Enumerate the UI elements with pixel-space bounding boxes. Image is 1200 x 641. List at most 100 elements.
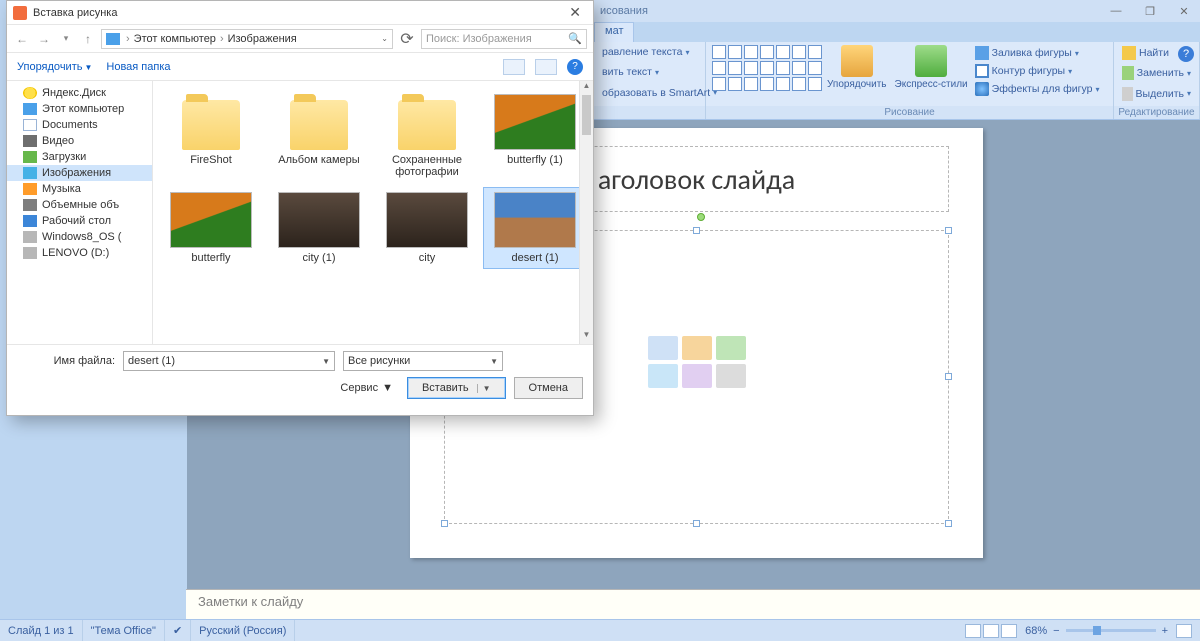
chevron-right-icon[interactable]: › <box>218 33 226 45</box>
nav-item[interactable]: Этот компьютер <box>7 101 152 117</box>
folder-icon <box>23 231 37 243</box>
folder-icon <box>23 167 37 179</box>
rotation-handle[interactable] <box>697 213 705 221</box>
navigation-pane[interactable]: Яндекс.Диск Этот компьютерDocumentsВидеоЗ… <box>7 81 153 344</box>
nav-item[interactable]: Объемные объ <box>7 197 152 213</box>
zoom-slider[interactable] <box>1066 629 1156 632</box>
app-close-button[interactable]: ✕ <box>1174 3 1194 19</box>
resize-handle[interactable] <box>441 520 448 527</box>
chevron-right-icon[interactable]: › <box>124 33 132 45</box>
organize-button[interactable]: Упорядочить▼ <box>17 61 92 73</box>
nav-history-button[interactable]: ▾ <box>57 30 75 48</box>
nav-item[interactable]: Яндекс.Диск <box>7 85 152 101</box>
resize-handle[interactable] <box>945 520 952 527</box>
zoom-value: 68% <box>1025 625 1047 637</box>
insert-smartart-icon[interactable] <box>716 336 746 360</box>
status-spellcheck-icon[interactable]: ✔ <box>165 620 191 641</box>
insert-clipart-icon[interactable] <box>682 364 712 388</box>
image-item[interactable]: butterfly (1) <box>483 89 587 183</box>
shape-fill-button[interactable]: Заливка фигуры▾ <box>973 45 1102 61</box>
image-item[interactable]: butterfly <box>159 187 263 269</box>
contextual-tab-label: исования <box>600 5 648 17</box>
scroll-up-button[interactable]: ▲ <box>580 81 593 95</box>
folder-item[interactable]: FireShot <box>159 89 263 183</box>
view-slideshow-button[interactable] <box>1001 624 1017 638</box>
breadcrumb-root[interactable]: Этот компьютер <box>134 33 216 45</box>
notes-pane[interactable]: Заметки к слайду <box>186 589 1200 619</box>
nav-item[interactable]: Видео <box>7 133 152 149</box>
quick-styles-button[interactable]: Экспресс-стили <box>892 45 971 90</box>
view-mode-button[interactable] <box>503 59 525 75</box>
shape-outline-button[interactable]: Контур фигуры▾ <box>973 63 1102 79</box>
maximize-button[interactable]: ❐ <box>1140 3 1160 19</box>
fit-to-window-button[interactable] <box>1176 624 1192 638</box>
resize-handle[interactable] <box>693 227 700 234</box>
shapes-gallery[interactable] <box>712 45 822 91</box>
ribbon-tab-format[interactable]: мат <box>594 22 634 42</box>
resize-handle[interactable] <box>945 373 952 380</box>
chevron-down-icon[interactable]: ▼ <box>322 357 330 366</box>
breadcrumb-dropdown[interactable]: ⌄ <box>381 34 388 43</box>
resize-handle[interactable] <box>693 520 700 527</box>
minimize-button[interactable]: — <box>1106 3 1126 19</box>
folder-item[interactable]: Альбом камеры <box>267 89 371 183</box>
nav-item[interactable]: Музыка <box>7 181 152 197</box>
scroll-thumb[interactable] <box>582 95 591 135</box>
zoom-in-button[interactable]: + <box>1162 625 1168 637</box>
text-direction-button[interactable]: равление текста▾ <box>600 45 699 59</box>
dialog-help-icon[interactable]: ? <box>567 59 583 75</box>
dialog-app-icon <box>13 6 27 20</box>
new-folder-button[interactable]: Новая папка <box>106 61 170 73</box>
folder-item[interactable]: Сохраненные фотографии <box>375 89 479 183</box>
view-sorter-button[interactable] <box>983 624 999 638</box>
align-text-button[interactable]: вить текст▾ <box>600 65 699 79</box>
scroll-down-button[interactable]: ▼ <box>580 330 593 344</box>
view-normal-button[interactable] <box>965 624 981 638</box>
image-thumbnail <box>386 192 468 248</box>
zoom-out-button[interactable]: − <box>1053 625 1059 637</box>
nav-item[interactable]: Загрузки <box>7 149 152 165</box>
help-icon[interactable]: ? <box>1178 46 1194 62</box>
nav-item[interactable]: Windows8_OS ( <box>7 229 152 245</box>
preview-pane-button[interactable] <box>535 59 557 75</box>
nav-back-button[interactable]: ← <box>13 30 31 48</box>
tools-button[interactable]: Сервис▼ <box>340 382 393 394</box>
image-item[interactable]: desert (1) <box>483 187 587 269</box>
image-item[interactable]: city <box>375 187 479 269</box>
insert-media-icon[interactable] <box>716 364 746 388</box>
content-type-icons <box>648 336 746 388</box>
image-item[interactable]: city (1) <box>267 187 371 269</box>
replace-button[interactable]: Заменить▾ <box>1120 65 1193 81</box>
nav-item[interactable]: Изображения <box>7 165 152 181</box>
nav-item[interactable]: LENOVO (D:) <box>7 245 152 261</box>
file-type-filter[interactable]: Все рисунки ▼ <box>343 351 503 371</box>
breadcrumb[interactable]: › Этот компьютер › Изображения ⌄ <box>101 29 393 49</box>
nav-forward-button[interactable]: → <box>35 30 53 48</box>
shape-effects-button[interactable]: Эффекты для фигур▾ <box>973 81 1102 97</box>
nav-up-button[interactable]: ↑ <box>79 30 97 48</box>
image-thumbnail <box>170 192 252 248</box>
filename-input[interactable]: desert (1) ▼ <box>123 351 335 371</box>
nav-item-label: Яндекс.Диск <box>42 87 106 99</box>
status-language[interactable]: Русский (Россия) <box>191 620 295 641</box>
resize-handle[interactable] <box>945 227 952 234</box>
insert-button[interactable]: Вставить▼ <box>407 377 506 399</box>
file-list-pane[interactable]: FireShotАльбом камерыСохраненные фотогра… <box>153 81 593 344</box>
cancel-button[interactable]: Отмена <box>514 377 583 399</box>
chevron-down-icon[interactable]: ▼ <box>490 357 498 366</box>
search-input[interactable]: Поиск: Изображения 🔍 <box>421 29 587 49</box>
image-thumbnail <box>494 94 576 150</box>
convert-smartart-button[interactable]: образовать в SmartArt▾ <box>600 86 699 100</box>
insert-chart-icon[interactable] <box>682 336 712 360</box>
dialog-close-button[interactable]: ✕ <box>563 4 587 21</box>
arrange-button[interactable]: Упорядочить <box>824 45 890 90</box>
breadcrumb-folder[interactable]: Изображения <box>228 33 297 45</box>
scrollbar[interactable]: ▲ ▼ <box>579 81 593 344</box>
nav-item[interactable]: Рабочий стол <box>7 213 152 229</box>
zoom-control[interactable]: 68% − + <box>1017 624 1200 638</box>
insert-picture-icon[interactable] <box>648 364 678 388</box>
nav-item[interactable]: Documents <box>7 117 152 133</box>
refresh-button[interactable]: ⟳ <box>397 29 417 49</box>
insert-table-icon[interactable] <box>648 336 678 360</box>
select-button[interactable]: Выделить▾ <box>1120 86 1193 102</box>
